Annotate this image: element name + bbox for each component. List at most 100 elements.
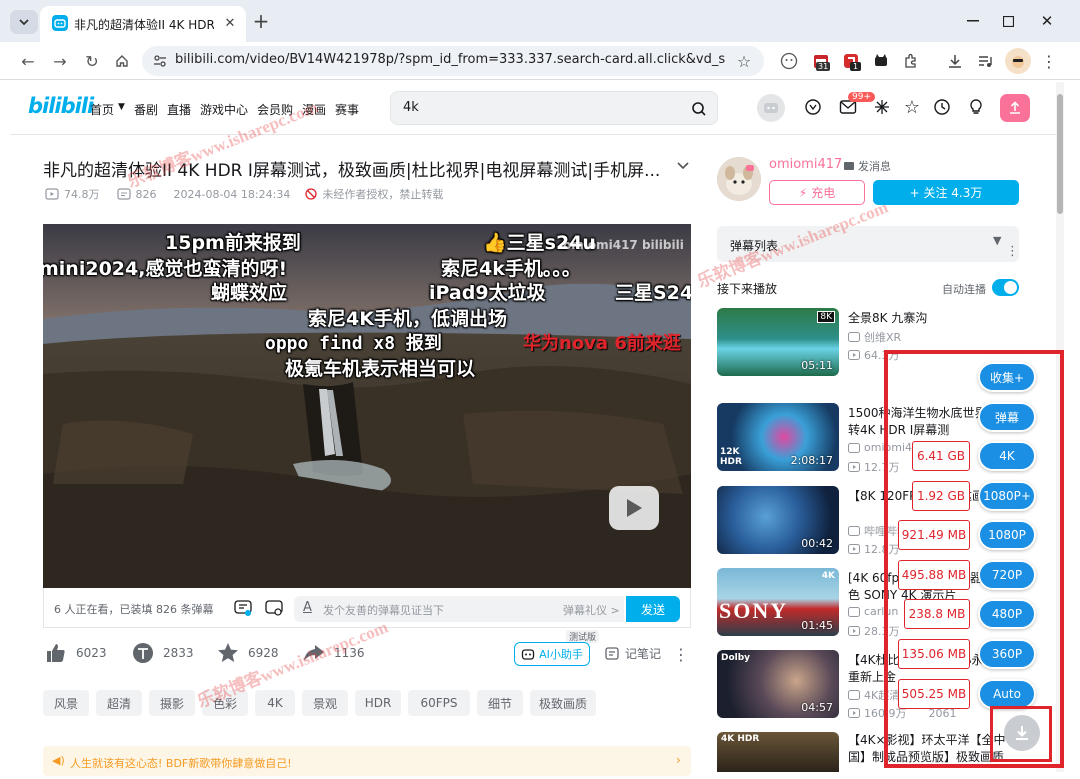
- rec-thumbnail[interactable]: 00:42: [717, 486, 839, 554]
- browser-tab-active[interactable]: 非凡的超清体验II 4K HDR I屏幕 ✕: [40, 6, 246, 42]
- quality-size: 921.49 MB: [898, 520, 970, 550]
- search-input[interactable]: 4k: [403, 100, 419, 115]
- nav-sports[interactable]: 赛事: [335, 101, 359, 118]
- rec-thumbnail[interactable]: Dolby 04:57: [717, 650, 839, 718]
- tag-item[interactable]: 60FPS: [408, 690, 470, 716]
- tag-item[interactable]: 摄影: [149, 690, 195, 716]
- upload-button[interactable]: [1000, 94, 1030, 122]
- danmaku-list-more-icon[interactable]: ⋮: [1006, 244, 1019, 259]
- send-message-link[interactable]: 发消息: [843, 158, 891, 174]
- danmaku-line: 蝴蝶效应: [211, 282, 288, 304]
- danmaku-download-button[interactable]: 弹幕: [978, 402, 1036, 432]
- scrollbar-thumb[interactable]: [1057, 94, 1063, 214]
- history-icon[interactable]: [932, 97, 952, 117]
- extension-face-icon[interactable]: [778, 50, 800, 72]
- like-button[interactable]: 6023: [44, 641, 107, 665]
- more-options-icon[interactable]: ⋮: [673, 644, 689, 664]
- rec-thumbnail[interactable]: 12K HDR 2:08:17: [717, 403, 839, 471]
- tag-item[interactable]: 色彩: [202, 690, 248, 716]
- follow-button[interactable]: + 关注 4.3万: [873, 180, 1019, 205]
- tag-item[interactable]: 极致画质: [530, 690, 596, 716]
- bookmark-star-icon[interactable]: ☆: [733, 50, 755, 72]
- quality-1080p-button[interactable]: 1080P: [978, 520, 1036, 550]
- danmaku-etiquette-link[interactable]: 弹幕礼仪 >: [563, 602, 620, 618]
- danmaku-list-chevron-icon[interactable]: ▼: [993, 234, 1001, 247]
- play-button-icon[interactable]: [609, 486, 659, 530]
- video-player[interactable]: 15pm前来报到 👍三星s24u omiomi417 bilibili mini…: [43, 224, 691, 588]
- collect-button[interactable]: 收集+: [978, 362, 1036, 392]
- profile-avatar-icon[interactable]: [1005, 48, 1031, 74]
- notice-chevron-icon[interactable]: ›: [676, 753, 681, 767]
- tag-item[interactable]: 景观: [302, 690, 348, 716]
- autoplay-toggle[interactable]: [992, 279, 1019, 296]
- tab-search-icon[interactable]: [10, 10, 38, 34]
- extensions-puzzle-icon[interactable]: [900, 50, 922, 72]
- coin-button[interactable]: 2833: [131, 641, 194, 665]
- ai-assistant-button[interactable]: AI小助手: [514, 642, 590, 666]
- forward-icon[interactable]: →: [48, 49, 72, 73]
- danmaku-toggle-icon[interactable]: [232, 598, 254, 618]
- search-icon[interactable]: [688, 98, 710, 120]
- url-text[interactable]: bilibili.com/video/BV14W421978p/?spm_id_…: [175, 52, 725, 67]
- rec-thumbnail[interactable]: 4K HDR: [717, 732, 839, 772]
- new-tab-button[interactable]: +: [250, 9, 272, 33]
- quality-480p-button[interactable]: 480P: [978, 599, 1036, 629]
- uploader-name[interactable]: omiomi417: [769, 157, 842, 172]
- share-button[interactable]: 1136: [302, 641, 365, 665]
- site-info-icon[interactable]: [150, 51, 170, 71]
- tag-item[interactable]: 4K: [255, 690, 295, 716]
- danmaku-style-icon[interactable]: A: [303, 600, 312, 615]
- favorite-button[interactable]: 6928: [216, 641, 279, 665]
- minimize-icon[interactable]: [960, 8, 986, 34]
- tag-item[interactable]: 超清: [96, 690, 142, 716]
- rec-thumbnail[interactable]: 4K SONY 01:45: [717, 568, 839, 636]
- browser-menu-icon[interactable]: ⋮: [1040, 50, 1058, 72]
- charge-button[interactable]: ⚡ 充电: [769, 180, 865, 205]
- rec-title[interactable]: 全景8K 九寨沟: [848, 310, 1018, 327]
- danmaku-input[interactable]: 发个友善的弹幕见证当下: [323, 602, 444, 618]
- quality-360p-button[interactable]: 360P: [978, 639, 1036, 669]
- close-window-icon[interactable]: ✕: [1034, 8, 1060, 34]
- nav-anime[interactable]: 番剧: [134, 101, 158, 118]
- download-icon[interactable]: [944, 50, 966, 72]
- reload-icon[interactable]: ↻: [80, 49, 104, 73]
- nav-home[interactable]: 首页: [90, 101, 114, 118]
- nav-live[interactable]: 直播: [167, 101, 191, 118]
- danmaku-line: 索尼4k手机。。。: [441, 258, 581, 280]
- back-icon[interactable]: ←: [16, 49, 40, 73]
- title-expand-chevron-icon[interactable]: [674, 157, 692, 175]
- nav-mall[interactable]: 会员购: [257, 101, 293, 118]
- quality-720p-button[interactable]: 720P: [978, 560, 1036, 590]
- uploader-avatar[interactable]: [717, 157, 761, 201]
- collect-label: 收集+: [989, 370, 1025, 385]
- rec-thumbnail[interactable]: 8K 05:11: [717, 308, 839, 376]
- nav-manga[interactable]: 漫画: [302, 101, 326, 118]
- danmaku-settings-icon[interactable]: [263, 598, 285, 618]
- search-box[interactable]: [390, 91, 718, 125]
- media-queue-icon[interactable]: [974, 50, 996, 72]
- bilibili-logo[interactable]: bilibili: [28, 94, 94, 118]
- quality-auto-button[interactable]: Auto: [978, 679, 1036, 709]
- danmaku-count-icon: [116, 188, 131, 200]
- tag-item[interactable]: 细节: [477, 690, 523, 716]
- quality-1080p-plus-button[interactable]: 1080P+: [978, 481, 1036, 511]
- creative-center-icon[interactable]: [966, 97, 986, 117]
- user-avatar-icon[interactable]: [757, 94, 785, 122]
- notes-button[interactable]: 记笔记: [604, 645, 661, 662]
- maximize-icon[interactable]: [995, 8, 1021, 34]
- tag-item[interactable]: HDR: [355, 690, 401, 716]
- favorites-icon[interactable]: ☆: [902, 97, 922, 118]
- quality-4k-button[interactable]: 4K: [978, 441, 1036, 471]
- cat-extension-icon[interactable]: [870, 50, 892, 72]
- dynamics-icon[interactable]: [872, 97, 892, 117]
- nav-games[interactable]: 游戏中心: [200, 101, 248, 118]
- tag-item[interactable]: 风景: [43, 690, 89, 716]
- quality-size: 135.06 MB: [898, 639, 970, 669]
- download-fab-icon[interactable]: [1004, 715, 1040, 751]
- tab-close-icon[interactable]: ✕: [222, 15, 238, 31]
- quality-size: 505.25 MB: [898, 679, 970, 709]
- home-icon[interactable]: [110, 49, 134, 73]
- send-danmaku-button[interactable]: 发送: [626, 596, 680, 622]
- danmaku-line: 15pm前来报到: [165, 232, 301, 254]
- vip-icon[interactable]: [803, 97, 823, 117]
